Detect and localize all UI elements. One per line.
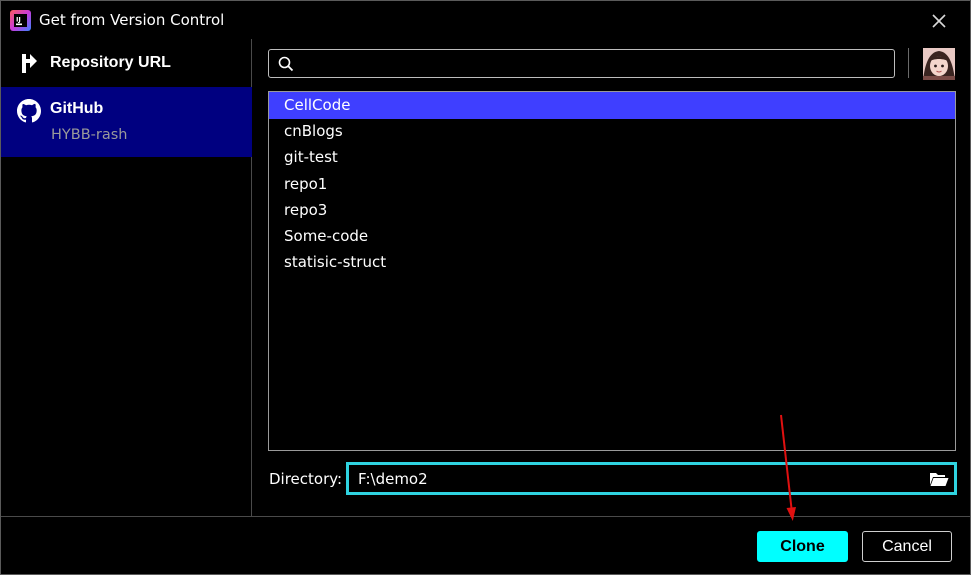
footer-divider [1, 516, 970, 517]
svg-text:IJ: IJ [16, 16, 21, 24]
repository-row[interactable]: CellCode [269, 92, 955, 119]
cancel-button[interactable]: Cancel [862, 531, 952, 562]
sidebar-item-github[interactable]: GitHub HYBB-rash [1, 87, 252, 157]
toolbar-separator [908, 48, 909, 78]
sidebar-item-label: GitHub [50, 100, 104, 117]
directory-input[interactable] [356, 468, 916, 489]
repository-row[interactable]: repo3 [269, 197, 955, 224]
sidebar-item-label: Repository URL [50, 54, 171, 71]
github-account-name: HYBB-rash [51, 127, 128, 143]
close-button[interactable] [927, 9, 951, 33]
window-title: Get from Version Control [39, 11, 225, 29]
search-icon [278, 56, 294, 72]
repository-row[interactable]: cnBlogs [269, 118, 955, 145]
repository-search-box[interactable] [268, 49, 895, 78]
intellij-app-icon: IJ [10, 10, 31, 31]
search-input[interactable] [301, 53, 886, 74]
title-bar: IJ Get from Version Control [1, 1, 970, 39]
directory-field[interactable] [346, 462, 957, 495]
close-icon [932, 14, 946, 28]
github-icon [17, 99, 41, 123]
repository-row[interactable]: Some-code [269, 223, 955, 250]
avatar-image [923, 48, 955, 80]
sidebar-item-repository-url[interactable]: Repository URL [1, 39, 252, 87]
repository-list[interactable]: CellCode cnBlogs git-test repo1 repo3 Some-co… [268, 91, 956, 451]
directory-label: Directory: [269, 470, 343, 488]
repository-row[interactable]: git-test [269, 144, 955, 171]
repository-row[interactable]: statisic-struct [269, 249, 955, 276]
get-from-vcs-dialog: IJ Get from Version Control Repository U… [0, 0, 971, 575]
browse-folder-icon[interactable] [929, 470, 949, 487]
vcs-upload-icon [22, 54, 37, 73]
vcs-source-sidebar: Repository URL GitHub HYBB-rash [1, 39, 252, 516]
account-avatar[interactable] [923, 48, 955, 80]
repository-row[interactable]: repo1 [269, 171, 955, 198]
clone-button[interactable]: Clone [757, 531, 848, 562]
